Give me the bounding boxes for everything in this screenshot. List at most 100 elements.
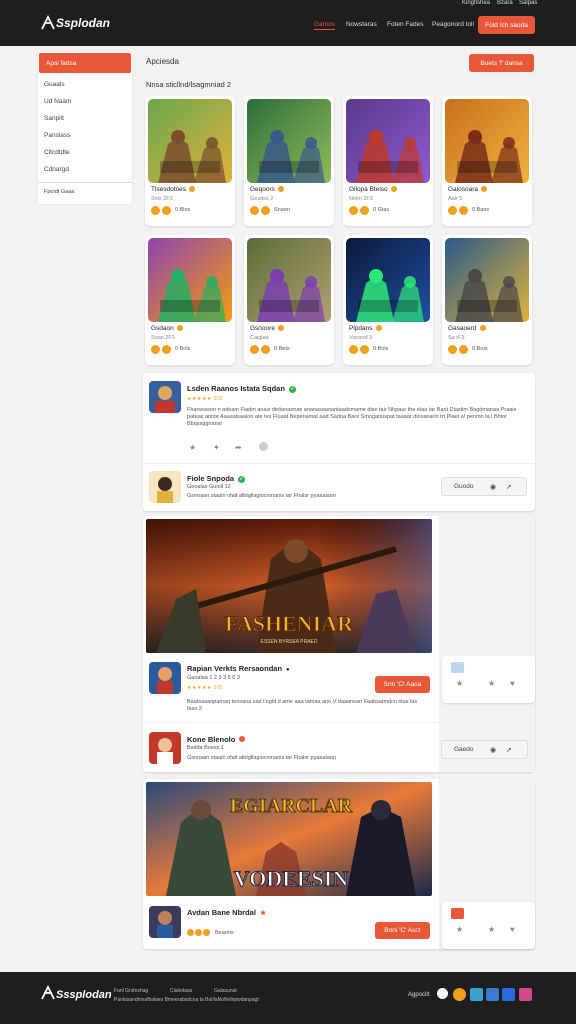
social-icon-2[interactable]	[453, 988, 466, 1001]
feature-banner-1-title: FASHENIAR	[225, 611, 354, 636]
feature2-button[interactable]: Bnni 'C' Asrz	[375, 922, 430, 939]
game-title: Gasaoerd	[448, 325, 486, 332]
feature1-avatar[interactable]	[149, 662, 181, 694]
feature1-divider	[143, 722, 439, 723]
game-card[interactable]: Gasaoerd Sa rF3 0 Bots	[442, 235, 532, 365]
social-icon-4[interactable]	[486, 988, 499, 1001]
sidebar-item-1[interactable]: Guaals	[44, 81, 65, 88]
game-card[interactable]: Tlsesdotoes Snis 2F3 0 Blos	[145, 96, 235, 226]
review2-button[interactable]: Guodo ◉ ➚	[441, 477, 527, 496]
social-icon-6[interactable]	[519, 988, 532, 1001]
chat-icon[interactable]	[451, 908, 464, 919]
section-title: Apciesda	[146, 57, 179, 66]
game-thumbnail[interactable]	[445, 238, 529, 322]
footer-logo-text[interactable]: Sssplodan	[56, 989, 112, 1001]
top-link-2[interactable]: Bzara	[497, 0, 513, 6]
feature2-sub: Beaons	[215, 930, 234, 936]
social-icon-3[interactable]	[470, 988, 483, 1001]
feature2-title: Avdan Bane Nbrdal ★	[187, 908, 267, 917]
footer-link-3[interactable]: Galasunat	[214, 988, 237, 994]
review2-avatar[interactable]	[149, 471, 181, 503]
game-thumbnail[interactable]	[346, 99, 430, 183]
review-divider	[143, 463, 535, 464]
coin-icon	[349, 345, 358, 354]
footer-link-1[interactable]: Fanl Gndnshag	[114, 988, 148, 994]
game-subtitle: Snis 2F3	[151, 196, 173, 202]
star-icon[interactable]: ★	[488, 925, 495, 934]
sidebar-item-2[interactable]: Ud Naam	[44, 98, 71, 105]
heart-icon[interactable]: ♥	[510, 679, 515, 688]
section-action-button[interactable]: Buets 'f' dansa	[469, 54, 534, 72]
game-thumbnail[interactable]	[247, 238, 331, 322]
game-thumbnail[interactable]	[148, 238, 232, 322]
heart-icon: ★	[259, 910, 267, 917]
reply-icon[interactable]: ➦	[235, 443, 242, 452]
nav-news[interactable]: Nowstaras	[346, 21, 377, 28]
logo-icon[interactable]	[40, 14, 56, 32]
sidebar-item-3[interactable]: Sanpilt	[44, 115, 64, 122]
verified-icon: ✓	[238, 475, 246, 483]
nav-popular[interactable]: Peagonord toll	[432, 21, 474, 28]
review-avatar[interactable]	[149, 381, 181, 413]
game-card[interactable]: Gilopa Bteiso Nelm 2F3 0 Gtas	[343, 96, 433, 226]
game-card[interactable]: Geqoors Gesdss 2 Snaon	[244, 96, 334, 226]
game-thumbnail[interactable]	[445, 99, 529, 183]
game-card[interactable]: Gsnoore Caiglaa 0 Bets	[244, 235, 334, 365]
feature1-title: Rapian Verkts Rersaondan ●	[187, 664, 290, 673]
game-card[interactable]: Galosoara Aalr 5 0 Bans	[442, 96, 532, 226]
feature-banner-2[interactable]: EGIARCLAR VODEESIN	[146, 782, 432, 896]
social-icon-5[interactable]	[502, 988, 515, 1001]
game-thumbnail[interactable]	[346, 238, 430, 322]
review-text: Fharseason n adeam Fiadm anaiz dinberann…	[187, 407, 517, 428]
game-thumbnail[interactable]	[148, 99, 232, 183]
sidebar-item-active[interactable]: Apsi fadsa	[39, 53, 131, 73]
feature-banner-2-subtitle: VODEESIN	[234, 866, 349, 891]
sidebar-item-4[interactable]: Panslass	[44, 132, 70, 139]
game-thumbnail[interactable]	[247, 99, 331, 183]
header-cta-button[interactable]: Fold !ch saoda	[478, 16, 535, 34]
feature-banner-1[interactable]: FASHENIAR ESSEN BYRSEA PRAED	[146, 519, 432, 653]
game-tokens	[151, 345, 171, 354]
nav-games[interactable]: Gamos	[314, 21, 335, 30]
sidebar-bottom-link[interactable]: Fpoidt Gaaa	[44, 189, 74, 195]
social-icon-1[interactable]	[437, 988, 448, 999]
coin-icon	[448, 345, 457, 354]
feature1-stars: ★★★★★ 2/5	[187, 685, 223, 691]
eye-icon: ◉	[490, 746, 497, 754]
game-meta: 0 Bots	[472, 346, 488, 352]
game-art	[445, 99, 529, 183]
game-art	[247, 238, 331, 322]
star-icon[interactable]: ★	[488, 679, 495, 688]
coin-icon	[189, 186, 196, 193]
feature2-avatar[interactable]	[149, 906, 181, 938]
footer-logo-icon[interactable]	[40, 984, 56, 1002]
more-icon[interactable]	[259, 442, 268, 451]
top-link-1[interactable]: Kingfishea	[462, 0, 490, 6]
sidebar-item-5[interactable]: Cltcdtdte	[44, 149, 70, 156]
feature-banner-2-art: EGIARCLAR VODEESIN	[146, 782, 432, 896]
footer-link-2[interactable]: Claledaas	[170, 988, 192, 994]
coin-icon	[250, 345, 259, 354]
heart-icon[interactable]: ♥	[510, 925, 515, 934]
feature1-row2-button[interactable]: Gaedo ◉ ➚	[441, 740, 528, 759]
sidebar-divider	[38, 182, 132, 183]
nav-free-games[interactable]: Foten Fades	[387, 21, 424, 28]
logo-text[interactable]: Ssplodan	[56, 16, 110, 30]
game-art	[148, 238, 232, 322]
top-link-3[interactable]: Salpas	[519, 0, 537, 6]
star-icon[interactable]: ★	[456, 925, 463, 934]
coin-icon	[176, 325, 183, 332]
feature1-button[interactable]: Snn 'C! Aaoa	[375, 676, 430, 693]
chat-icon[interactable]	[451, 662, 464, 673]
game-card[interactable]: Plpdans Vonaod 30 Bols	[343, 235, 433, 365]
share-icon[interactable]: ✦	[213, 443, 220, 452]
feature1-text: Baatsaaanpaman tensaoa sad t'ogld d ante…	[187, 699, 418, 713]
feature1-row2-avatar[interactable]	[149, 732, 181, 764]
game-art	[247, 99, 331, 183]
coin-icon	[162, 206, 171, 215]
game-meta: 0 Bans	[472, 207, 490, 213]
like-icon[interactable]: ★	[189, 443, 196, 452]
game-card[interactable]: Gsdaon Soan 2F3 0 Bols	[145, 235, 235, 365]
star-icon[interactable]: ★	[456, 679, 463, 688]
sidebar-item-6[interactable]: Cdnargd	[44, 166, 69, 173]
